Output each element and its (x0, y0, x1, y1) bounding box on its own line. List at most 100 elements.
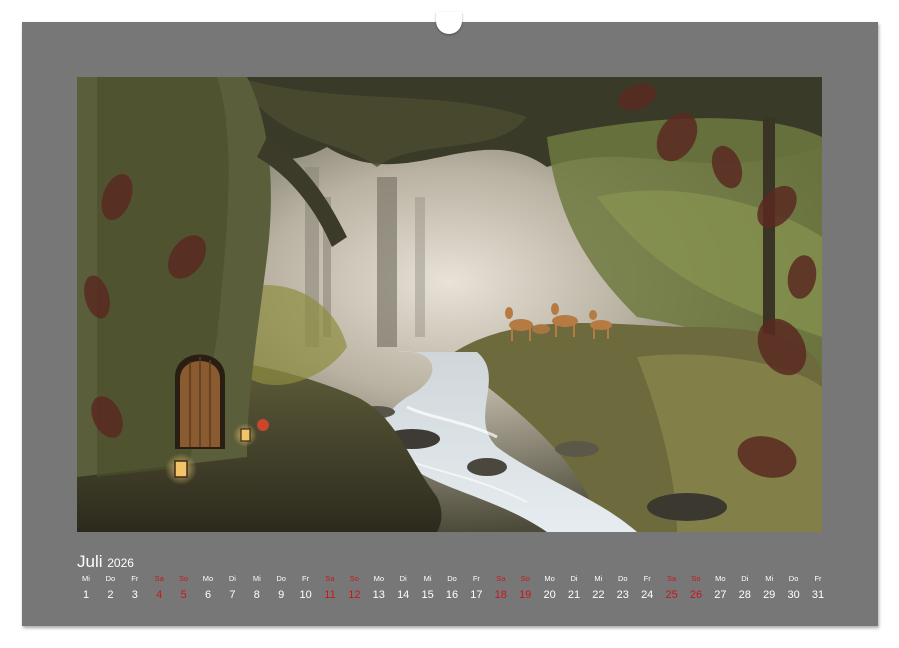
weekday-label: Mi (74, 573, 98, 585)
month-title: Juli 2026 (77, 552, 134, 572)
calendar-day: Di 21 (562, 573, 586, 602)
weekday-label: So (684, 573, 708, 585)
weekday-label: Mo (538, 573, 562, 585)
weekday-label: Mi (416, 573, 440, 585)
calendar-day: Fr 3 (123, 573, 147, 602)
calendar-day: Sa 11 (318, 573, 342, 602)
calendar-day: Sa 18 (489, 573, 513, 602)
day-number: 19 (513, 588, 537, 602)
weekday-label: Fr (294, 573, 318, 585)
calendar-day: Sa 25 (660, 573, 684, 602)
weekday-label: Sa (489, 573, 513, 585)
weekday-label: Mi (757, 573, 781, 585)
calendar-day: Do 2 (98, 573, 122, 602)
calendar-day: Mi 22 (586, 573, 610, 602)
weekday-label: Di (220, 573, 244, 585)
weekday-label: Mi (245, 573, 269, 585)
day-number: 27 (708, 588, 732, 602)
weekday-label: Mo (708, 573, 732, 585)
calendar-day: Di 7 (220, 573, 244, 602)
day-number: 23 (611, 588, 635, 602)
day-number: 7 (220, 588, 244, 602)
day-number: 18 (489, 588, 513, 602)
weekday-label: Do (98, 573, 122, 585)
calendar-day: Mo 20 (538, 573, 562, 602)
calendar-days-row: Mi1Do2Fr3Sa4So5Mo6Di7Mi8Do9Fr10Sa11So12M… (74, 573, 830, 613)
day-number: 22 (586, 588, 610, 602)
day-number: 2 (98, 588, 122, 602)
day-number: 20 (538, 588, 562, 602)
calendar-day: Mi 1 (74, 573, 98, 602)
weekday-label: So (513, 573, 537, 585)
calendar-day: Mo 27 (708, 573, 732, 602)
day-number: 29 (757, 588, 781, 602)
day-number: 12 (342, 588, 366, 602)
day-number: 25 (660, 588, 684, 602)
calendar-day: Do 23 (611, 573, 635, 602)
day-number: 1 (74, 588, 98, 602)
day-number: 15 (416, 588, 440, 602)
calendar-day: Mi 29 (757, 573, 781, 602)
day-number: 10 (294, 588, 318, 602)
weekday-label: Do (269, 573, 293, 585)
weekday-label: Sa (147, 573, 171, 585)
day-number: 3 (123, 588, 147, 602)
day-number: 24 (635, 588, 659, 602)
day-number: 21 (562, 588, 586, 602)
weekday-label: Mi (586, 573, 610, 585)
day-number: 13 (367, 588, 391, 602)
calendar-day: Mo 13 (367, 573, 391, 602)
calendar-day: So 12 (342, 573, 366, 602)
calendar-day: Mo 6 (196, 573, 220, 602)
calendar-day: So 26 (684, 573, 708, 602)
calendar-day: Sa 4 (147, 573, 171, 602)
weekday-label: Fr (635, 573, 659, 585)
day-number: 31 (806, 588, 830, 602)
calendar-day: Do 30 (782, 573, 806, 602)
calendar-day: Fr 31 (806, 573, 830, 602)
calendar-page: Juli 2026 Mi1Do2Fr3Sa4So5Mo6Di7Mi8Do9Fr1… (22, 22, 878, 626)
calendar-day: Fr 17 (464, 573, 488, 602)
weekday-label: Fr (806, 573, 830, 585)
year-label: 2026 (107, 556, 134, 570)
day-number: 6 (196, 588, 220, 602)
weekday-label: Do (440, 573, 464, 585)
day-number: 4 (147, 588, 171, 602)
month-name: Juli (77, 552, 103, 571)
weekday-label: Mo (196, 573, 220, 585)
calendar-day: Fr 24 (635, 573, 659, 602)
weekday-label: Di (562, 573, 586, 585)
day-number: 5 (172, 588, 196, 602)
weekday-label: Fr (464, 573, 488, 585)
weekday-label: So (342, 573, 366, 585)
day-number: 16 (440, 588, 464, 602)
day-number: 9 (269, 588, 293, 602)
day-number: 8 (245, 588, 269, 602)
weekday-label: Fr (123, 573, 147, 585)
day-number: 26 (684, 588, 708, 602)
weekday-label: Sa (318, 573, 342, 585)
day-number: 11 (318, 588, 342, 602)
weekday-label: Mo (367, 573, 391, 585)
day-number: 28 (733, 588, 757, 602)
weekday-label: So (172, 573, 196, 585)
calendar-day: Mi 15 (416, 573, 440, 602)
calendar-day: Di 28 (733, 573, 757, 602)
forest-scene-image (77, 77, 822, 532)
weekday-label: Sa (660, 573, 684, 585)
day-number: 30 (782, 588, 806, 602)
calendar-day: So 19 (513, 573, 537, 602)
day-number: 17 (464, 588, 488, 602)
weekday-label: Do (782, 573, 806, 585)
weekday-label: Do (611, 573, 635, 585)
day-number: 14 (391, 588, 415, 602)
calendar-day: Di 14 (391, 573, 415, 602)
weekday-label: Di (733, 573, 757, 585)
calendar-day: Mi 8 (245, 573, 269, 602)
calendar-day: So 5 (172, 573, 196, 602)
forest-photo (77, 77, 822, 532)
calendar-day: Do 9 (269, 573, 293, 602)
calendar-day: Fr 10 (294, 573, 318, 602)
weekday-label: Di (391, 573, 415, 585)
calendar-day: Do 16 (440, 573, 464, 602)
